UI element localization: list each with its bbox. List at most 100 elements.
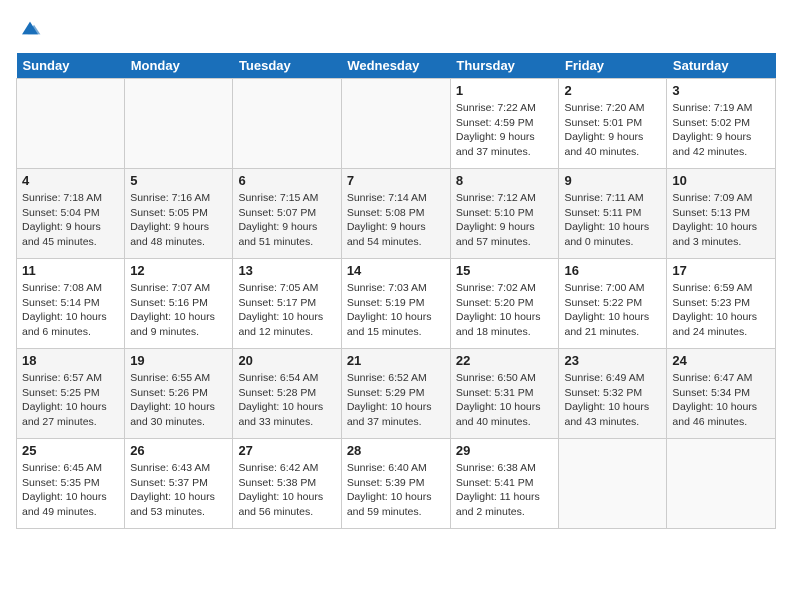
calendar-header-sunday: Sunday bbox=[17, 53, 125, 79]
calendar-header-thursday: Thursday bbox=[450, 53, 559, 79]
calendar-header-saturday: Saturday bbox=[667, 53, 776, 79]
calendar-cell: 13 Sunrise: 7:05 AM Sunset: 5:17 PM Dayli… bbox=[233, 259, 341, 349]
day-info: Sunrise: 7:18 AM Sunset: 5:04 PM Dayligh… bbox=[22, 191, 119, 250]
calendar-cell: 27Sunrise: 6:42 AM Sunset: 5:38 PM Dayli… bbox=[233, 439, 341, 529]
calendar-cell: 4 Sunrise: 7:18 AM Sunset: 5:04 PM Daylig… bbox=[17, 169, 125, 259]
day-number: 7 bbox=[347, 173, 445, 188]
day-info: Sunrise: 7:19 AM Sunset: 5:02 PM Dayligh… bbox=[672, 101, 770, 160]
day-number: 26 bbox=[130, 443, 227, 458]
calendar-header-tuesday: Tuesday bbox=[233, 53, 341, 79]
calendar-cell: 29Sunrise: 6:38 AM Sunset: 5:41 PM Dayli… bbox=[450, 439, 559, 529]
day-number: 16 bbox=[564, 263, 661, 278]
day-info: Sunrise: 6:49 AM Sunset: 5:32 PM Dayligh… bbox=[564, 371, 661, 430]
day-number: 15 bbox=[456, 263, 554, 278]
calendar-cell: 8 Sunrise: 7:12 AM Sunset: 5:10 PM Daylig… bbox=[450, 169, 559, 259]
calendar-cell: 17 Sunrise: 6:59 AM Sunset: 5:23 PM Dayli… bbox=[667, 259, 776, 349]
calendar-week-row-4: 18 Sunrise: 6:57 AM Sunset: 5:25 PM Dayli… bbox=[17, 349, 776, 439]
day-info: Sunrise: 6:40 AM Sunset: 5:39 PM Dayligh… bbox=[347, 461, 445, 520]
logo-icon bbox=[18, 16, 42, 40]
day-number: 1 bbox=[456, 83, 554, 98]
calendar-cell: 11Sunrise: 7:08 AM Sunset: 5:14 PM Dayli… bbox=[17, 259, 125, 349]
calendar-cell: 12Sunrise: 7:07 AM Sunset: 5:16 PM Dayli… bbox=[125, 259, 233, 349]
day-info: Sunrise: 6:47 AM Sunset: 5:34 PM Dayligh… bbox=[672, 371, 770, 430]
day-number: 2 bbox=[564, 83, 661, 98]
calendar-header-monday: Monday bbox=[125, 53, 233, 79]
day-info: Sunrise: 7:09 AM Sunset: 5:13 PM Dayligh… bbox=[672, 191, 770, 250]
day-number: 21 bbox=[347, 353, 445, 368]
calendar-cell bbox=[667, 439, 776, 529]
day-info: Sunrise: 6:59 AM Sunset: 5:23 PM Dayligh… bbox=[672, 281, 770, 340]
day-info: Sunrise: 7:03 AM Sunset: 5:19 PM Dayligh… bbox=[347, 281, 445, 340]
calendar-cell: 15 Sunrise: 7:02 AM Sunset: 5:20 PM Dayli… bbox=[450, 259, 559, 349]
day-number: 3 bbox=[672, 83, 770, 98]
day-number: 18 bbox=[22, 353, 119, 368]
calendar-cell bbox=[559, 439, 667, 529]
calendar-cell bbox=[125, 79, 233, 169]
day-info: Sunrise: 6:54 AM Sunset: 5:28 PM Dayligh… bbox=[238, 371, 335, 430]
calendar-cell: 16Sunrise: 7:00 AM Sunset: 5:22 PM Dayli… bbox=[559, 259, 667, 349]
day-info: Sunrise: 7:15 AM Sunset: 5:07 PM Dayligh… bbox=[238, 191, 335, 250]
day-number: 5 bbox=[130, 173, 227, 188]
day-info: Sunrise: 6:55 AM Sunset: 5:26 PM Dayligh… bbox=[130, 371, 227, 430]
calendar-cell: 23 Sunrise: 6:49 AM Sunset: 5:32 PM Dayli… bbox=[559, 349, 667, 439]
calendar-header-friday: Friday bbox=[559, 53, 667, 79]
calendar-cell: 26 Sunrise: 6:43 AM Sunset: 5:37 PM Dayli… bbox=[125, 439, 233, 529]
calendar-cell: 14 Sunrise: 7:03 AM Sunset: 5:19 PM Dayli… bbox=[341, 259, 450, 349]
calendar-cell: 28Sunrise: 6:40 AM Sunset: 5:39 PM Dayli… bbox=[341, 439, 450, 529]
day-number: 14 bbox=[347, 263, 445, 278]
calendar-table: SundayMondayTuesdayWednesdayThursdayFrid… bbox=[16, 53, 776, 529]
day-info: Sunrise: 7:14 AM Sunset: 5:08 PM Dayligh… bbox=[347, 191, 445, 250]
calendar-cell: 2 Sunrise: 7:20 AM Sunset: 5:01 PM Daylig… bbox=[559, 79, 667, 169]
calendar-cell bbox=[233, 79, 341, 169]
calendar-cell: 6 Sunrise: 7:15 AM Sunset: 5:07 PM Daylig… bbox=[233, 169, 341, 259]
day-number: 24 bbox=[672, 353, 770, 368]
day-info: Sunrise: 7:16 AM Sunset: 5:05 PM Dayligh… bbox=[130, 191, 227, 250]
day-number: 25 bbox=[22, 443, 119, 458]
day-info: Sunrise: 6:45 AM Sunset: 5:35 PM Dayligh… bbox=[22, 461, 119, 520]
calendar-week-row-5: 25 Sunrise: 6:45 AM Sunset: 5:35 PM Dayli… bbox=[17, 439, 776, 529]
day-number: 13 bbox=[238, 263, 335, 278]
day-number: 29 bbox=[456, 443, 554, 458]
calendar-cell: 18 Sunrise: 6:57 AM Sunset: 5:25 PM Dayli… bbox=[17, 349, 125, 439]
day-info: Sunrise: 7:20 AM Sunset: 5:01 PM Dayligh… bbox=[564, 101, 661, 160]
calendar-week-row-3: 11Sunrise: 7:08 AM Sunset: 5:14 PM Dayli… bbox=[17, 259, 776, 349]
calendar-week-row-2: 4 Sunrise: 7:18 AM Sunset: 5:04 PM Daylig… bbox=[17, 169, 776, 259]
day-info: Sunrise: 6:57 AM Sunset: 5:25 PM Dayligh… bbox=[22, 371, 119, 430]
logo-text bbox=[16, 16, 42, 45]
day-info: Sunrise: 6:42 AM Sunset: 5:38 PM Dayligh… bbox=[238, 461, 335, 520]
calendar-cell: 25 Sunrise: 6:45 AM Sunset: 5:35 PM Dayli… bbox=[17, 439, 125, 529]
day-number: 9 bbox=[564, 173, 661, 188]
day-number: 19 bbox=[130, 353, 227, 368]
calendar-cell: 1Sunrise: 7:22 AM Sunset: 4:59 PM Daylig… bbox=[450, 79, 559, 169]
calendar-header-wednesday: Wednesday bbox=[341, 53, 450, 79]
calendar-cell: 7 Sunrise: 7:14 AM Sunset: 5:08 PM Daylig… bbox=[341, 169, 450, 259]
day-number: 6 bbox=[238, 173, 335, 188]
day-info: Sunrise: 6:50 AM Sunset: 5:31 PM Dayligh… bbox=[456, 371, 554, 430]
calendar-cell: 3 Sunrise: 7:19 AM Sunset: 5:02 PM Daylig… bbox=[667, 79, 776, 169]
day-number: 17 bbox=[672, 263, 770, 278]
day-info: Sunrise: 7:12 AM Sunset: 5:10 PM Dayligh… bbox=[456, 191, 554, 250]
calendar-cell: 10 Sunrise: 7:09 AM Sunset: 5:13 PM Dayli… bbox=[667, 169, 776, 259]
logo bbox=[16, 16, 42, 45]
day-number: 23 bbox=[564, 353, 661, 368]
day-info: Sunrise: 7:05 AM Sunset: 5:17 PM Dayligh… bbox=[238, 281, 335, 340]
day-number: 8 bbox=[456, 173, 554, 188]
day-number: 20 bbox=[238, 353, 335, 368]
day-info: Sunrise: 6:52 AM Sunset: 5:29 PM Dayligh… bbox=[347, 371, 445, 430]
calendar-cell: 21 Sunrise: 6:52 AM Sunset: 5:29 PM Dayli… bbox=[341, 349, 450, 439]
day-info: Sunrise: 6:43 AM Sunset: 5:37 PM Dayligh… bbox=[130, 461, 227, 520]
calendar-cell bbox=[341, 79, 450, 169]
calendar-cell: 5 Sunrise: 7:16 AM Sunset: 5:05 PM Daylig… bbox=[125, 169, 233, 259]
calendar-header-row: SundayMondayTuesdayWednesdayThursdayFrid… bbox=[17, 53, 776, 79]
calendar-cell: 19 Sunrise: 6:55 AM Sunset: 5:26 PM Dayli… bbox=[125, 349, 233, 439]
calendar-cell: 24 Sunrise: 6:47 AM Sunset: 5:34 PM Dayli… bbox=[667, 349, 776, 439]
calendar-cell: 9Sunrise: 7:11 AM Sunset: 5:11 PM Daylig… bbox=[559, 169, 667, 259]
day-info: Sunrise: 7:07 AM Sunset: 5:16 PM Dayligh… bbox=[130, 281, 227, 340]
day-info: Sunrise: 7:08 AM Sunset: 5:14 PM Dayligh… bbox=[22, 281, 119, 340]
calendar-cell: 20 Sunrise: 6:54 AM Sunset: 5:28 PM Dayli… bbox=[233, 349, 341, 439]
calendar-week-row-1: 1Sunrise: 7:22 AM Sunset: 4:59 PM Daylig… bbox=[17, 79, 776, 169]
day-number: 10 bbox=[672, 173, 770, 188]
day-info: Sunrise: 7:02 AM Sunset: 5:20 PM Dayligh… bbox=[456, 281, 554, 340]
day-number: 4 bbox=[22, 173, 119, 188]
page-header bbox=[16, 16, 776, 45]
